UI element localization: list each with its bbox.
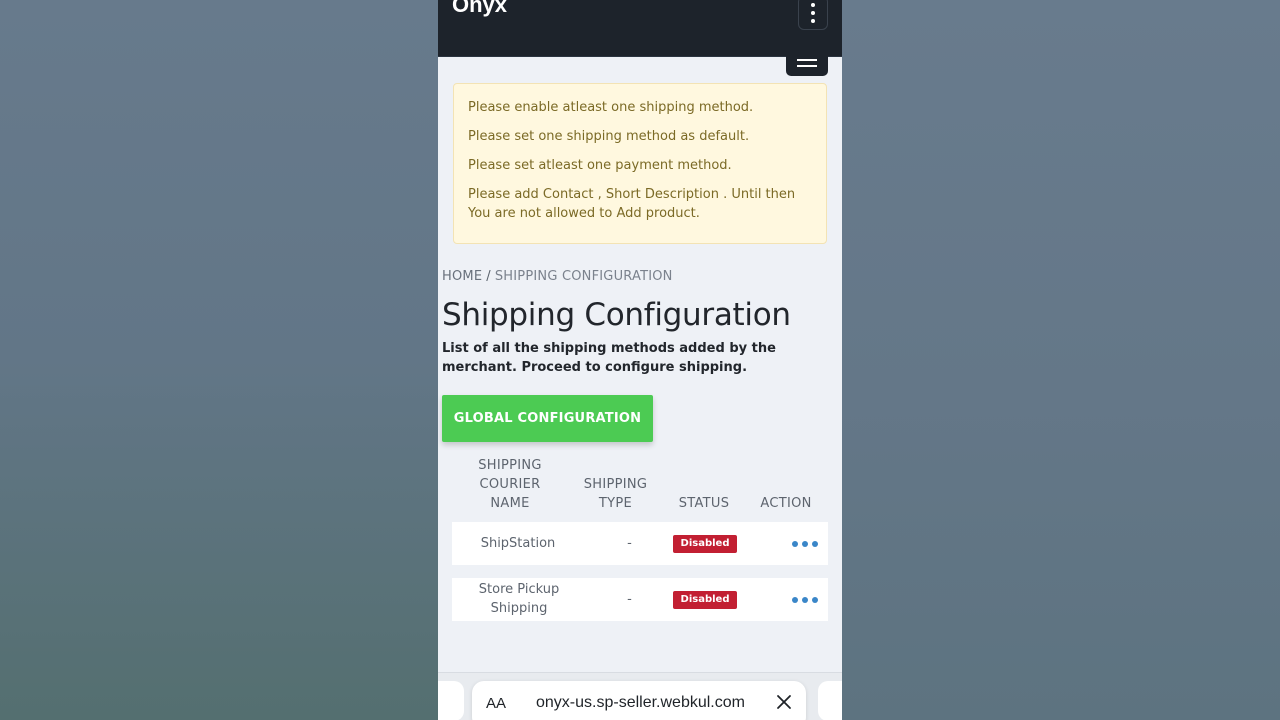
reader-settings-label: AA — [486, 695, 507, 712]
more-actions-icon[interactable] — [792, 595, 822, 605]
alert-message: Please add Contact , Short Description .… — [468, 187, 796, 221]
warning-alert: Please enable atleast one shipping metho… — [453, 83, 827, 244]
breadcrumb-home[interactable]: HOME — [442, 269, 482, 284]
breadcrumb-separator: / — [486, 269, 491, 284]
column-header-shipping-type: SHIPPING TYPE — [583, 477, 648, 511]
hamburger-menu-icon[interactable] — [786, 50, 828, 76]
alert-message: Please set one shipping method as defaul… — [468, 129, 750, 144]
table-row: ShipStation - Disabled — [452, 522, 828, 565]
brand-logo[interactable]: Onyx — [452, 0, 507, 18]
shipping-type: - — [627, 536, 632, 551]
column-header-status: STATUS — [678, 496, 730, 511]
top-navbar: Onyx — [438, 0, 842, 57]
page-title: Shipping Configuration — [442, 297, 791, 333]
phone-viewport: Onyx Please enable atleast one shipping … — [438, 0, 842, 720]
column-header-action: ACTION — [760, 496, 812, 511]
background-left — [0, 0, 438, 720]
reader-settings-button[interactable]: AA — [486, 695, 506, 712]
next-tab-preview[interactable] — [818, 681, 842, 720]
breadcrumb: HOME / SHIPPING CONFIGURATION — [442, 269, 673, 284]
alert-message: Please set atleast one payment method. — [468, 158, 732, 173]
kebab-menu-icon[interactable] — [798, 0, 828, 30]
url-text[interactable]: onyx-us.sp-seller.webkul.com — [536, 694, 745, 712]
browser-bottom-bar: AA onyx-us.sp-seller.webkul.com — [438, 672, 842, 720]
more-actions-icon[interactable] — [792, 539, 822, 549]
close-icon[interactable] — [774, 692, 794, 712]
table-row: Store Pickup Shipping - Disabled — [452, 578, 828, 621]
shipping-type: - — [627, 592, 632, 607]
page-subtitle: List of all the shipping methods added b… — [442, 341, 776, 375]
background-right — [842, 0, 1280, 720]
status-badge: Disabled — [673, 535, 737, 553]
global-configuration-button[interactable]: GLOBAL CONFIGURATION — [442, 395, 653, 442]
courier-name: ShipStation — [480, 536, 556, 551]
breadcrumb-current: SHIPPING CONFIGURATION — [494, 269, 673, 284]
column-header-courier-name: SHIPPING COURIER NAME — [478, 458, 542, 511]
previous-tab-preview[interactable] — [438, 681, 464, 720]
status-badge: Disabled — [673, 591, 737, 609]
address-bar[interactable]: AA onyx-us.sp-seller.webkul.com — [472, 681, 806, 720]
alert-message: Please enable atleast one shipping metho… — [468, 100, 754, 115]
courier-name: Store Pickup Shipping — [478, 582, 560, 616]
